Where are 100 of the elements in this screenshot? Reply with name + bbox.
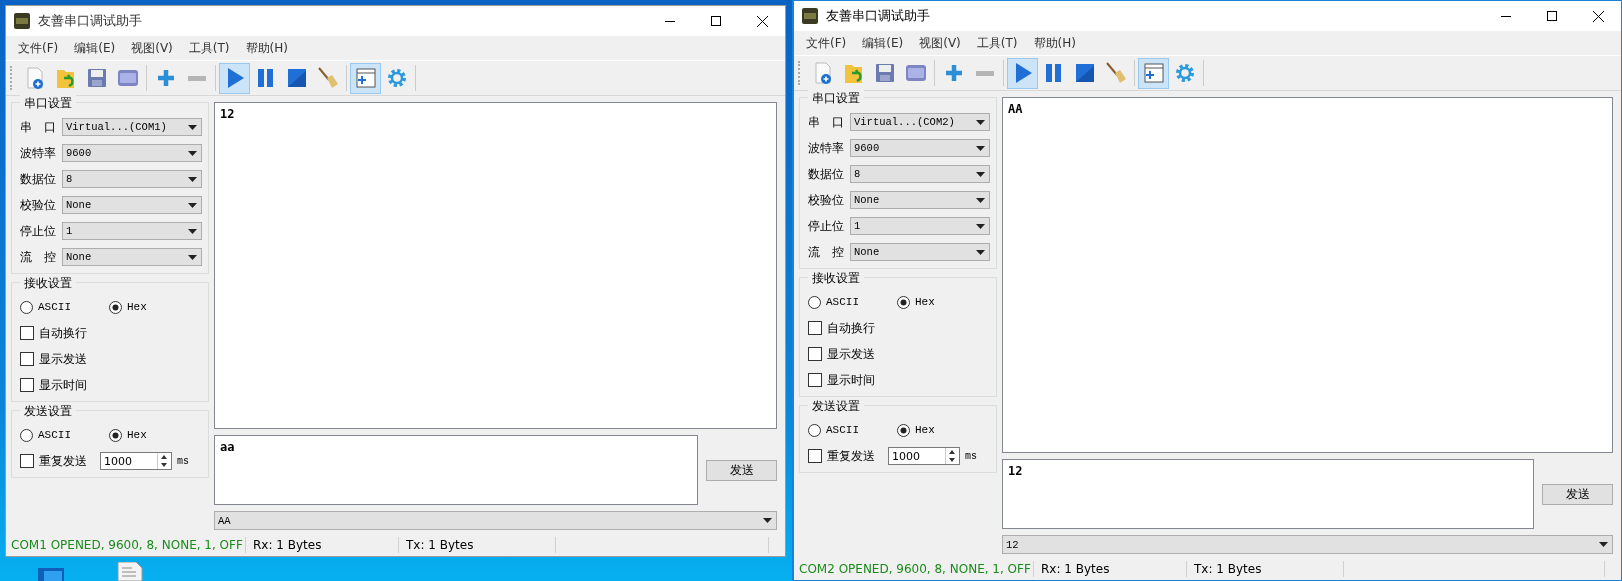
window-add-icon <box>1141 61 1166 85</box>
radio-label: ASCII <box>826 424 859 436</box>
send-button[interactable]: 发送 <box>1542 483 1613 505</box>
rx-count: Rx: 1 Bytes <box>1034 561 1187 577</box>
dropdown[interactable]: None <box>850 243 990 261</box>
radio-label: ASCII <box>38 429 71 441</box>
minimize-icon[interactable] <box>1501 15 1511 17</box>
dropdown[interactable]: 8 <box>850 165 990 183</box>
window-add-icon <box>353 66 378 90</box>
group-title: 接收设置 <box>20 275 76 292</box>
dropdown[interactable]: 1 <box>62 222 202 240</box>
menu-item[interactable]: 编辑(E) <box>66 39 124 57</box>
checkbox[interactable] <box>808 449 822 463</box>
document-icon <box>116 562 144 581</box>
minus-icon <box>975 70 994 76</box>
dropdown-arrow-icon <box>976 197 985 203</box>
dropdown-arrow-icon <box>976 171 985 177</box>
rx-count: Rx: 1 Bytes <box>246 537 399 553</box>
dropdown[interactable]: None <box>62 196 202 214</box>
history-dropdown[interactable]: AA <box>214 511 777 530</box>
radio-button[interactable] <box>109 300 122 314</box>
spin-down-icon[interactable] <box>946 456 958 464</box>
broom-icon <box>315 66 340 90</box>
toolbar-button[interactable] <box>350 62 381 94</box>
checkbox-label: 显示时间 <box>827 371 875 389</box>
send-area[interactable]: 12 <box>1002 459 1534 529</box>
send-area[interactable]: aa <box>214 435 698 505</box>
radio-button[interactable] <box>897 423 910 437</box>
tx-count: Tx: 1 Bytes <box>399 537 556 553</box>
radio-button[interactable] <box>897 295 910 309</box>
dropdown[interactable]: None <box>62 248 202 266</box>
spin-down-icon[interactable] <box>158 461 170 469</box>
receive-area[interactable]: AA <box>1002 97 1613 453</box>
checkbox[interactable] <box>20 326 34 340</box>
menu-item[interactable]: 工具(T) <box>968 34 1026 52</box>
menu-item[interactable]: 视图(V) <box>123 39 181 57</box>
radio-button[interactable] <box>20 300 33 314</box>
checkbox-label: 自动换行 <box>827 319 875 337</box>
toolbar-button[interactable] <box>1007 57 1038 89</box>
checkbox-label: 显示时间 <box>39 376 87 394</box>
checkbox-label: 重复发送 <box>39 452 87 470</box>
dropdown[interactable]: Virtual...(COM2) <box>850 113 990 131</box>
radio-button[interactable] <box>808 295 821 309</box>
checkbox[interactable] <box>808 373 822 387</box>
dropdown-arrow-icon <box>188 150 197 156</box>
checkbox-label: 显示发送 <box>827 345 875 363</box>
dropdown-arrow-icon <box>188 176 197 182</box>
menu-item[interactable]: 文件(F) <box>798 34 855 52</box>
dropdown-arrow-icon <box>976 119 985 125</box>
minimize-icon[interactable] <box>665 20 675 22</box>
dropdown[interactable]: None <box>850 191 990 209</box>
radio-label: ASCII <box>38 301 71 313</box>
dropdown-arrow-icon <box>976 223 985 229</box>
field-label: 流 控 <box>20 248 57 266</box>
checkbox[interactable] <box>808 347 822 361</box>
interval-field[interactable]: 1000 <box>100 452 172 470</box>
toolbar-button[interactable] <box>1138 57 1169 89</box>
menu-item[interactable]: 帮助(H) <box>1025 34 1084 52</box>
radio-button[interactable] <box>808 423 821 437</box>
tx-count: Tx: 1 Bytes <box>1187 561 1344 577</box>
menu-item[interactable]: 帮助(H) <box>237 39 296 57</box>
unit-label: ms <box>965 450 977 462</box>
app-icon <box>802 8 818 24</box>
spin-up-icon[interactable] <box>946 448 958 456</box>
maximize-icon[interactable] <box>1547 11 1557 21</box>
dropdown[interactable]: 8 <box>62 170 202 188</box>
dropdown[interactable]: 9600 <box>850 139 990 157</box>
radio-button[interactable] <box>109 428 122 442</box>
field-label: 校验位 <box>20 196 57 214</box>
checkbox[interactable] <box>20 352 34 366</box>
close-icon[interactable] <box>1592 10 1604 22</box>
dropdown-arrow-icon <box>188 124 197 130</box>
dropdown-arrow-icon <box>188 254 197 260</box>
close-icon[interactable] <box>756 15 768 27</box>
unit-label: ms <box>177 455 189 467</box>
receive-area[interactable]: 12 <box>214 102 777 429</box>
checkbox[interactable] <box>20 378 34 392</box>
toolbar-button[interactable] <box>219 62 250 94</box>
menu-item[interactable]: 编辑(E) <box>854 34 912 52</box>
field-label: 波特率 <box>20 144 57 162</box>
checkbox[interactable] <box>20 454 34 468</box>
dropdown[interactable]: Virtual...(COM1) <box>62 118 202 136</box>
dropdown[interactable]: 9600 <box>62 144 202 162</box>
menu-item[interactable]: 文件(F) <box>10 39 67 57</box>
menu-item[interactable]: 工具(T) <box>180 39 238 57</box>
menu-item[interactable]: 视图(V) <box>911 34 969 52</box>
radio-button[interactable] <box>20 428 33 442</box>
group-title: 发送设置 <box>808 398 864 415</box>
connection-status: COM1 OPENED, 9600, 8, NONE, 1, OFF <box>11 537 246 553</box>
send-button[interactable]: 发送 <box>706 459 777 481</box>
history-dropdown[interactable]: 12 <box>1002 535 1613 554</box>
field-label: 数据位 <box>808 165 845 183</box>
checkbox[interactable] <box>808 321 822 335</box>
dropdown-arrow-icon <box>188 202 197 208</box>
spin-up-icon[interactable] <box>158 453 170 461</box>
checkbox-label: 自动换行 <box>39 324 87 342</box>
maximize-icon[interactable] <box>711 16 721 26</box>
dropdown[interactable]: 1 <box>850 217 990 235</box>
interval-field[interactable]: 1000 <box>888 447 960 465</box>
dropdown-arrow-icon <box>976 249 985 255</box>
